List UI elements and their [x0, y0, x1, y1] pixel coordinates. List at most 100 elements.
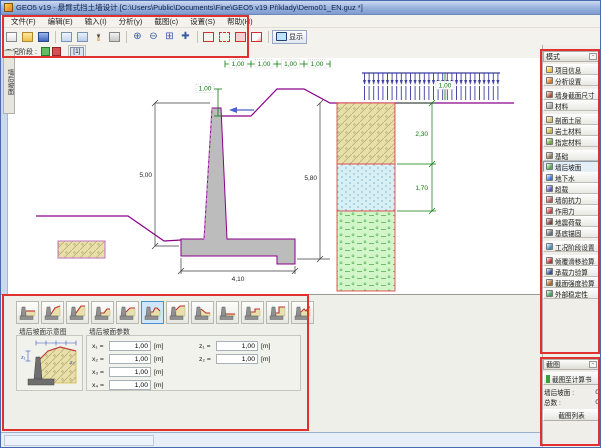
menu-item-4[interactable]: 截图(c) — [148, 16, 184, 27]
sidebar-item-stage-settings[interactable]: 工况阶段设置 — [543, 241, 600, 252]
terrain-shape-11[interactable] — [266, 301, 289, 324]
sidebar-item-label: 截面强度验算 — [555, 278, 595, 288]
terrain-shape-8[interactable] — [191, 301, 214, 324]
sidebar-item-project-info[interactable]: 项目信息 — [543, 64, 600, 75]
drawing-canvas[interactable]: 1,00 1,00 1,00 1,00 1,00 — [7, 58, 541, 294]
save-icon — [38, 32, 49, 42]
bottom-tab-terrain[interactable]: 墙后坡面 — [3, 50, 15, 114]
save-button[interactable] — [36, 30, 51, 44]
zoom-window-button[interactable]: ⊞ — [162, 30, 177, 44]
sidebar-item-analysis-settings[interactable]: 分析设置 — [543, 75, 600, 86]
field-label-x1: x₁ = — [92, 343, 109, 350]
field-row-x3: x₃ =[m] — [92, 366, 163, 378]
sidebar-item-label: 岩土材料 — [555, 126, 581, 136]
direction-arrow — [229, 107, 254, 113]
terrain-shape-6-selected[interactable] — [141, 301, 164, 324]
frame-dashed-button[interactable] — [217, 30, 232, 44]
menu-item-0[interactable]: 文件(F) — [5, 16, 42, 27]
terrain-shape-3[interactable] — [66, 301, 89, 324]
frame-zoom-button[interactable] — [249, 30, 264, 44]
copy-view-button[interactable] — [75, 30, 90, 44]
pan-button[interactable]: ✚ — [178, 30, 193, 44]
terrain-shape-5[interactable] — [116, 301, 139, 324]
field-input-x3[interactable] — [109, 367, 151, 377]
diagram-group-box: z₁ z₂ — [16, 335, 83, 391]
frame-dashed-icon — [219, 32, 230, 42]
terrain-shape-icon — [118, 303, 137, 322]
sidebar-item-water[interactable]: 地下水 — [543, 172, 600, 183]
verification-icon — [546, 257, 553, 264]
field-unit-x1: [m] — [154, 343, 163, 350]
external-stability-icon — [546, 290, 553, 297]
menu-item-2[interactable]: 输入(I) — [79, 16, 113, 27]
field-input-z1[interactable] — [216, 341, 258, 351]
sidebar-item-applied-forces[interactable]: 作用力 — [543, 205, 600, 216]
sidebar-item-assign[interactable]: 指定材料 — [543, 136, 600, 147]
zoom-out-button[interactable]: ⊖ — [146, 30, 161, 44]
field-input-z2[interactable] — [216, 354, 258, 364]
title-bar: GEO5 v19 - 悬臂式挡土墙设计 [C:\Users\Public\Doc… — [1, 1, 601, 15]
terrain-shape-2[interactable] — [41, 301, 64, 324]
sidebar-item-wall-geometry[interactable]: 墙身截面尺寸 — [543, 89, 600, 100]
main-toolbar: ▾ ⊕⊖⊞✚ 显示 — [1, 28, 601, 45]
sidebar-item-material[interactable]: 材料 — [543, 100, 600, 111]
open-folder-button[interactable] — [20, 30, 35, 44]
new-file-button[interactable] — [4, 30, 19, 44]
picture-list-label: 截图列表 — [558, 410, 584, 420]
menu-item-5[interactable]: 设置(S) — [184, 16, 221, 27]
terrain-shape-4[interactable] — [91, 301, 114, 324]
right-height-label: 5,80 — [304, 175, 317, 182]
menu-item-1[interactable]: 编辑(E) — [42, 16, 79, 27]
menu-item-6[interactable]: 帮助(H) — [221, 16, 258, 27]
sidebar-item-label: 墙身截面尺寸 — [555, 90, 595, 100]
bearing-capacity-icon — [546, 268, 553, 275]
mode-minimize-button[interactable]: - — [589, 53, 597, 60]
menu-item-3[interactable]: 分析(y) — [113, 16, 149, 27]
add-stage-icon[interactable] — [41, 47, 50, 56]
add-picture-icon — [546, 375, 550, 383]
stage-1-button[interactable]: [1] — [70, 47, 84, 57]
sidebar-item-soils[interactable]: 岩土材料 — [543, 125, 600, 136]
terrain-shape-10[interactable] — [241, 301, 264, 324]
frame-select-button[interactable] — [201, 30, 216, 44]
remove-stage-icon[interactable] — [52, 47, 61, 56]
sidebar-item-earthquake[interactable]: 地震荷载 — [543, 216, 600, 227]
sidebar-item-surcharge[interactable]: 超载 — [543, 183, 600, 194]
field-row-x1: x₁ = [m] — [92, 340, 163, 352]
sidebar-item-terrain[interactable]: 墙后坡面 — [543, 161, 600, 172]
sidebar-item-external-stability[interactable]: 外部稳定性 — [543, 288, 600, 299]
print-button[interactable] — [107, 30, 122, 44]
sidebar-item-profile[interactable]: 剖面土层 — [543, 114, 600, 125]
field-input-x2[interactable] — [109, 354, 151, 364]
terrain-icon — [546, 163, 553, 170]
soils-icon — [546, 127, 553, 134]
sidebar-item-front-resistance[interactable]: 墙前抗力 — [543, 194, 600, 205]
display-button[interactable]: 显示 — [272, 30, 307, 44]
frame-panel-terrain: 墙后坡面示意图 墙后坡面参数 z₁ z₂ x₁ =[m]x₂ =[m]x₃ =[… — [1, 294, 542, 432]
sidebar-item-verification[interactable]: 倾覆滑移验算 — [543, 255, 600, 266]
field-unit-x2: [m] — [154, 356, 163, 363]
terrain-shape-1[interactable] — [16, 301, 39, 324]
field-input-x1[interactable] — [109, 341, 151, 351]
terrain-shape-7[interactable] — [166, 301, 189, 324]
paste-dropdown-button[interactable]: ▾ — [91, 30, 106, 44]
terrain-shape-9[interactable] — [216, 301, 239, 324]
layer2-thickness-label: 1,70 — [415, 185, 428, 192]
total-count-label: 总数 : — [544, 397, 561, 407]
sidebar-item-bearing-capacity[interactable]: 承载力验算 — [543, 266, 600, 277]
zoom-in-button[interactable]: ⊕ — [130, 30, 145, 44]
copy-drawing-button[interactable] — [59, 30, 74, 44]
field-input-x4[interactable] — [109, 380, 151, 390]
sidebar-item-base-anchorage[interactable]: 基底锚固 — [543, 227, 600, 238]
display-button-label: 显示 — [289, 32, 303, 42]
add-picture-button[interactable]: 截图至计算书 — [543, 372, 600, 385]
sidebar-item-dimensioning[interactable]: 截面强度验算 — [543, 277, 600, 288]
frame-filled-button[interactable] — [233, 30, 248, 44]
terrain-shape-icon — [18, 303, 37, 322]
sidebar-item-foundation[interactable]: 基础 — [543, 150, 600, 161]
picture-list-button[interactable]: 截图列表 — [543, 409, 600, 421]
toolbar-separator — [268, 31, 269, 43]
pictures-minimize-button[interactable]: - — [589, 361, 597, 368]
pictures-panel-header: 截图 - — [543, 359, 600, 370]
terrain-shape-12[interactable] — [291, 301, 314, 324]
